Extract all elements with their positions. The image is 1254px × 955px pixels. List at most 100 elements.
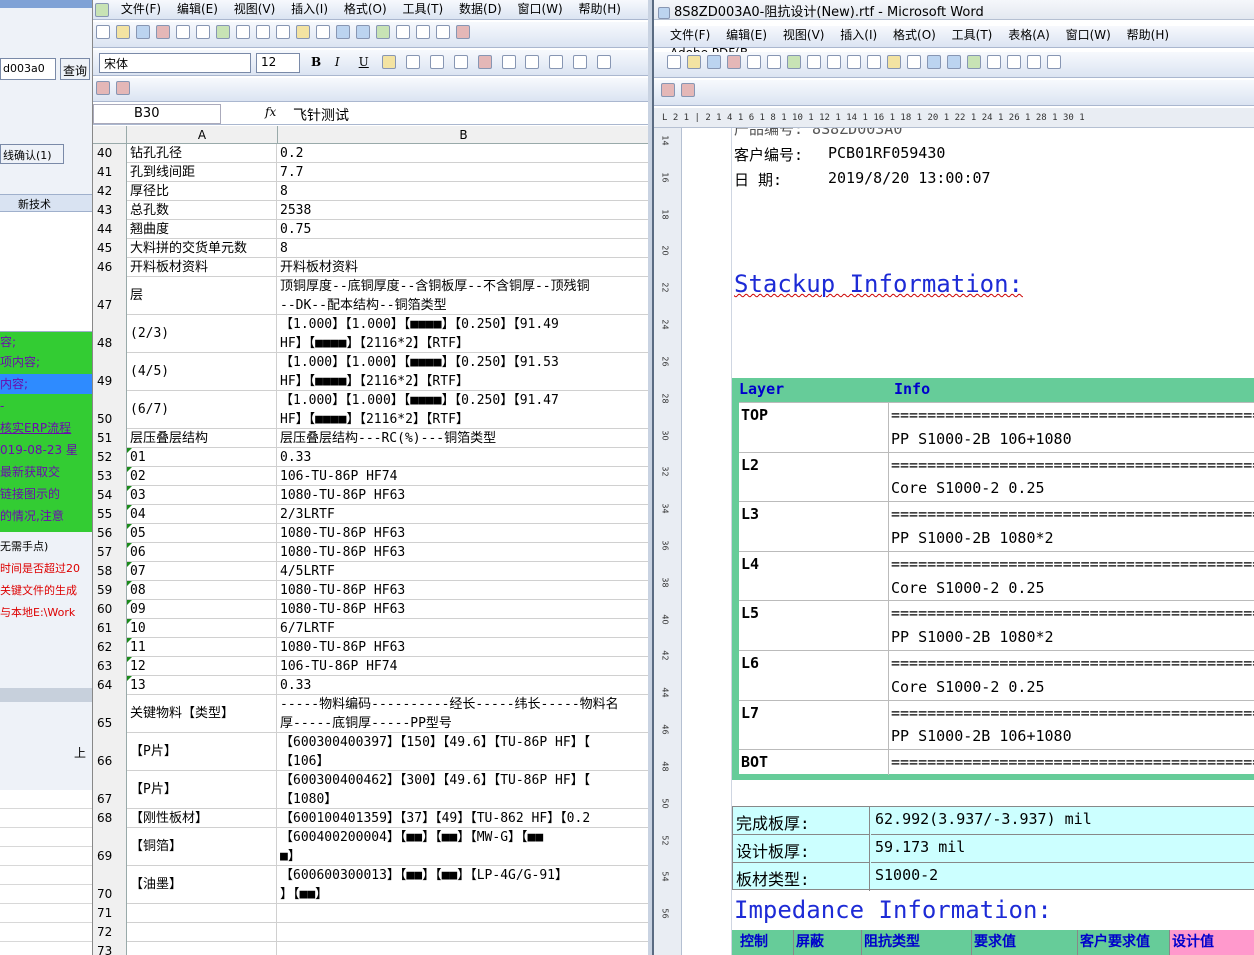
cell-b[interactable]	[278, 923, 648, 942]
cell-b[interactable]: 0.33	[278, 448, 648, 467]
error-indicator-icon[interactable]	[127, 581, 132, 586]
redo-icon[interactable]	[947, 55, 961, 69]
row-number[interactable]: 40	[93, 144, 127, 163]
cell-a[interactable]: 【铜箔】	[127, 828, 277, 866]
cell-b[interactable]: 【1.000】【1.000】【■■■■】【0.250】【91.53 HF】【■■■…	[278, 353, 648, 391]
print-icon[interactable]	[747, 55, 761, 69]
decrease-decimal-icon[interactable]	[573, 55, 588, 69]
name-box[interactable]: B30	[93, 104, 221, 124]
cell-b[interactable]: 【600100401359】【37】【49】【TU-862 HF】【0.2	[278, 809, 648, 828]
cell-a[interactable]	[127, 942, 277, 955]
row-number[interactable]: 41	[93, 163, 127, 182]
task-line[interactable]: 容;	[0, 332, 92, 352]
row-number[interactable]: 67	[93, 771, 127, 809]
pdf-icon[interactable]	[661, 83, 675, 97]
pdf-email-icon[interactable]	[681, 83, 695, 97]
cell-b[interactable]: 0.75	[278, 220, 648, 239]
row-number[interactable]: 53	[93, 467, 127, 486]
column-a-header[interactable]: A	[127, 126, 278, 144]
row-number[interactable]: 48	[93, 315, 127, 353]
bold-icon[interactable]: B	[311, 55, 325, 69]
cell-a[interactable]: 12	[127, 657, 277, 676]
menu-help[interactable]: 帮助(H)	[1121, 26, 1175, 44]
excel-icon[interactable]	[1027, 55, 1041, 69]
row-number[interactable]: 49	[93, 353, 127, 391]
task-line[interactable]: -	[0, 396, 92, 416]
cell-b[interactable]: 【600600300013】【■■】【■■】【LP-4G/G-91】 】【■■】	[278, 866, 648, 904]
task-line[interactable]: 核实ERP流程	[0, 418, 92, 438]
row-number[interactable]: 65	[93, 695, 127, 733]
row-number[interactable]: 42	[93, 182, 127, 201]
columns-icon[interactable]	[1047, 55, 1061, 69]
undo-icon[interactable]	[927, 55, 941, 69]
row-number[interactable]: 44	[93, 220, 127, 239]
row-number[interactable]: 63	[93, 657, 127, 676]
row-number[interactable]: 61	[93, 619, 127, 638]
sort-desc-icon[interactable]	[436, 25, 450, 39]
paste-icon[interactable]	[296, 25, 310, 39]
cell-a[interactable]: 【P片】	[127, 771, 277, 809]
cut-icon[interactable]	[256, 25, 270, 39]
cell-b[interactable]: 106-TU-86P HF74	[278, 657, 648, 676]
task-line-selected[interactable]: 内容;	[0, 374, 92, 394]
row-number[interactable]: 66	[93, 733, 127, 771]
cell-a[interactable]: 关键物料【类型】	[127, 695, 277, 733]
confirm-button[interactable]: 线确认(1)	[0, 144, 64, 164]
pdf-email-icon[interactable]	[116, 81, 130, 95]
row-number[interactable]: 55	[93, 505, 127, 524]
row-number[interactable]: 56	[93, 524, 127, 543]
cell-a[interactable]: 钻孔孔径	[127, 144, 277, 163]
tab-new-tech[interactable]: 新技术	[0, 194, 92, 212]
cell-b[interactable]: 6/7LRTF	[278, 619, 648, 638]
cell-a[interactable]	[127, 923, 277, 942]
preview-icon[interactable]	[767, 55, 781, 69]
print-icon[interactable]	[176, 25, 190, 39]
menu-format[interactable]: 格式(O)	[338, 0, 393, 18]
menu-file[interactable]: 文件(F)	[664, 26, 716, 44]
row-number[interactable]: 47	[93, 277, 127, 315]
menu-help[interactable]: 帮助(H)	[573, 0, 627, 18]
error-indicator-icon[interactable]	[127, 619, 132, 624]
menu-insert[interactable]: 插入(I)	[285, 0, 334, 18]
row-number[interactable]: 50	[93, 391, 127, 429]
menu-view[interactable]: 视图(V)	[228, 0, 282, 18]
error-indicator-icon[interactable]	[127, 448, 132, 453]
menu-file[interactable]: 文件(F)	[115, 0, 167, 18]
save-icon[interactable]	[707, 55, 721, 69]
row-number[interactable]: 64	[93, 676, 127, 695]
chart-icon[interactable]	[456, 25, 470, 39]
align-left-icon[interactable]	[382, 55, 397, 69]
row-number[interactable]: 43	[93, 201, 127, 220]
row-number[interactable]: 46	[93, 258, 127, 277]
cell-a[interactable]	[127, 904, 277, 923]
cell-b[interactable]: 【600300400397】【150】【49.6】【TU-86P HF】【 【10…	[278, 733, 648, 771]
cell-a[interactable]: 【油墨】	[127, 866, 277, 904]
sort-asc-icon[interactable]	[416, 25, 430, 39]
cell-b[interactable]: 【1.000】【1.000】【■■■■】【0.250】【91.49 HF】【■■■…	[278, 315, 648, 353]
error-indicator-icon[interactable]	[127, 600, 132, 605]
error-indicator-icon[interactable]	[127, 505, 132, 510]
tables-icon[interactable]	[987, 55, 1001, 69]
vertical-ruler[interactable]: 14 16 18 20 22 24 26 28 30 32 34 36 38 40 42 44 46 48 50 52…	[654, 128, 682, 955]
save-icon[interactable]	[136, 25, 150, 39]
permission-icon[interactable]	[156, 25, 170, 39]
cell-a[interactable]: 厚径比	[127, 182, 277, 201]
format-painter-icon[interactable]	[316, 25, 330, 39]
fx-icon[interactable]: fx	[265, 105, 279, 123]
translate-icon[interactable]	[787, 55, 801, 69]
select-all[interactable]	[93, 126, 127, 144]
cell-a[interactable]: 【P片】	[127, 733, 277, 771]
cell-a[interactable]: 09	[127, 600, 277, 619]
percent-icon[interactable]	[501, 55, 516, 69]
spell-icon[interactable]	[807, 55, 821, 69]
cell-a[interactable]: 翘曲度	[127, 220, 277, 239]
document-page[interactable]: 产品编号: 8S8ZD003A0 客户编号: PCB01RF059430 日 期…	[682, 128, 1254, 955]
italic-icon[interactable]: I	[335, 55, 349, 69]
merge-icon[interactable]	[453, 55, 468, 69]
error-indicator-icon[interactable]	[127, 676, 132, 681]
search-input[interactable]: d003a0	[0, 58, 56, 80]
cell-a[interactable]: 04	[127, 505, 277, 524]
error-indicator-icon[interactable]	[127, 467, 132, 472]
cell-a[interactable]: 11	[127, 638, 277, 657]
cell-a[interactable]: 层	[127, 277, 277, 315]
